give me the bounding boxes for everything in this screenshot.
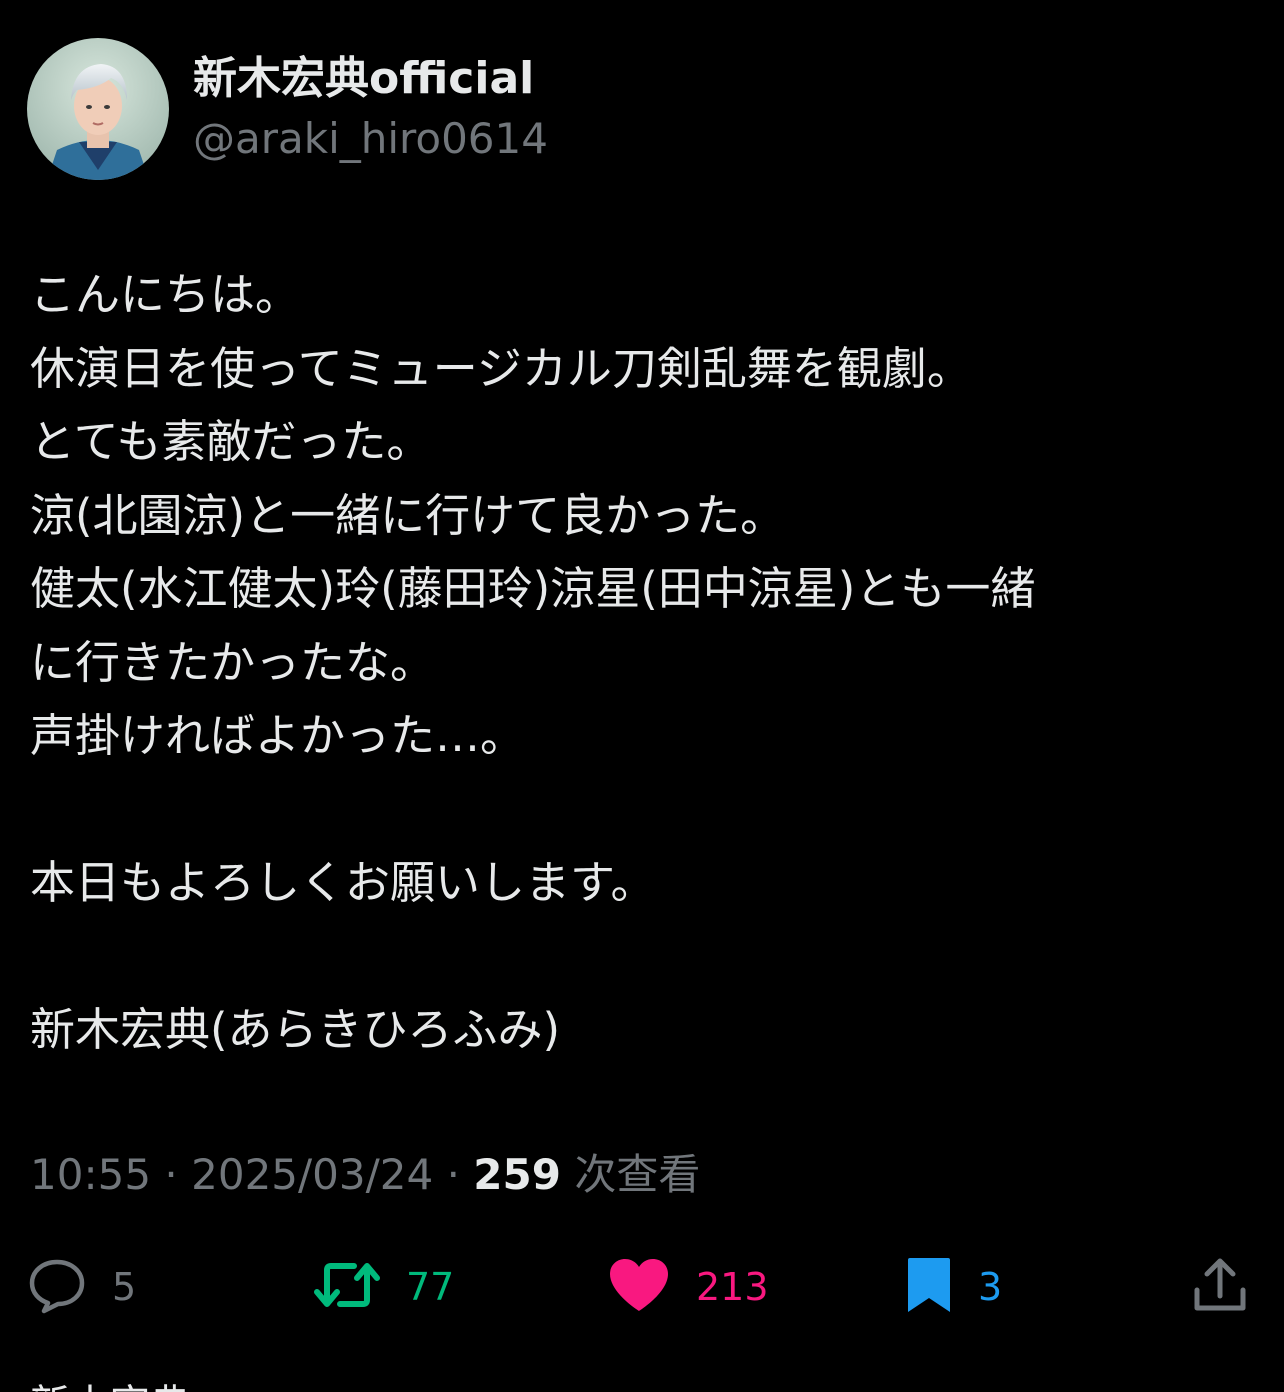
- reply-count: 5: [112, 1265, 137, 1309]
- tweet-header: 新木宏典official @araki_hiro0614: [27, 38, 548, 180]
- bookmark-icon: [906, 1256, 952, 1318]
- avatar[interactable]: [27, 38, 169, 180]
- retweet-icon: [314, 1258, 380, 1316]
- next-item-text: 新木宏典: [30, 1383, 290, 1392]
- action-bar: 5 77 213 3: [0, 1252, 1284, 1322]
- tweet-line: 本日もよろしくお願いします。: [30, 856, 656, 909]
- tweet-date[interactable]: 2025/03/24: [191, 1150, 433, 1199]
- bookmark-count: 3: [978, 1265, 1003, 1309]
- meta-separator: ·: [446, 1150, 460, 1199]
- reply-button[interactable]: 5: [28, 1252, 136, 1322]
- tweet-line: に行きたかったな。: [30, 635, 436, 689]
- tweet-line: 健太(水江健太)玲(藤田玲)涼星(田中涼星)とも一緒: [30, 562, 1036, 615]
- heart-icon: [608, 1257, 670, 1317]
- retweet-count: 77: [406, 1265, 455, 1309]
- next-item-partial: 新木宏典: [30, 1383, 290, 1392]
- tweet-time[interactable]: 10:55: [30, 1150, 151, 1199]
- tweet-line: こんにちは。: [30, 268, 301, 321]
- display-name[interactable]: 新木宏典official: [193, 51, 548, 107]
- tweet-line: 休演日を使ってミュージカル刀剣乱舞を観劇。: [30, 341, 972, 395]
- user-names: 新木宏典official @araki_hiro0614: [193, 51, 548, 167]
- views-label: 次查看: [574, 1150, 701, 1199]
- user-handle[interactable]: @araki_hiro0614: [193, 111, 548, 167]
- tweet-line: 新木宏典(あらきひろふみ): [30, 1003, 561, 1056]
- like-button[interactable]: 213: [608, 1252, 769, 1322]
- meta-separator: ·: [164, 1150, 178, 1199]
- bookmark-button[interactable]: 3: [906, 1252, 1002, 1322]
- tweet-line: 涼(北園涼)と一緒に行けて良かった。: [30, 488, 786, 542]
- retweet-button[interactable]: 77: [314, 1252, 454, 1322]
- tweet-line: とても素敵だった。: [30, 415, 432, 468]
- tweet-text: こんにちは。 休演日を使ってミュージカル刀剣乱舞を観劇。 とても素敵だった。 涼…: [30, 258, 1260, 1067]
- share-button[interactable]: [1192, 1252, 1248, 1322]
- reply-icon: [28, 1256, 86, 1318]
- avatar-image: [27, 38, 169, 180]
- views-count[interactable]: 259: [473, 1150, 561, 1199]
- tweet-line: 声掛ければよかった…。: [30, 709, 526, 762]
- like-count: 213: [696, 1265, 769, 1309]
- share-icon: [1192, 1256, 1248, 1318]
- tweet-meta: 10:55 · 2025/03/24 · 259 次查看: [30, 1145, 700, 1205]
